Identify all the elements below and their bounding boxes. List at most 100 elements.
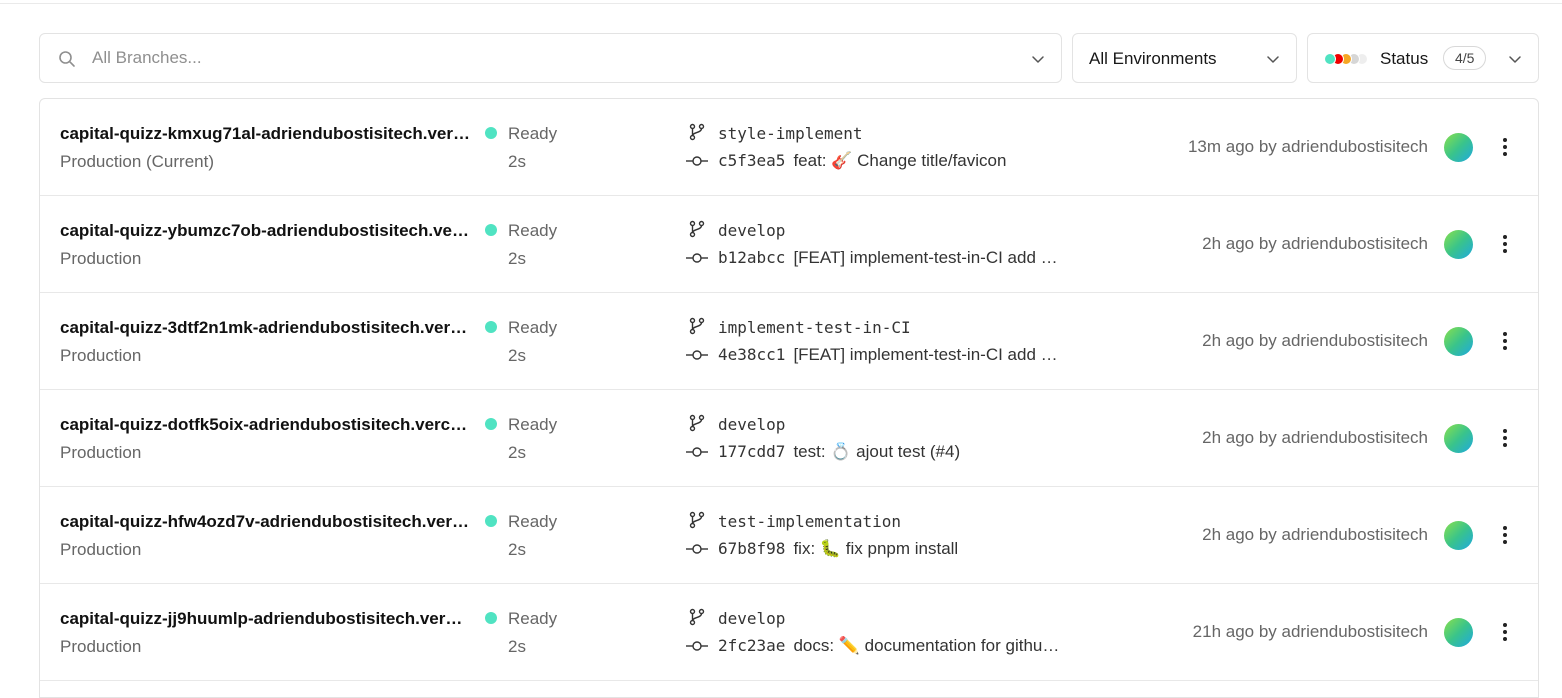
commit-hash[interactable]: c5f3ea5	[718, 151, 785, 170]
avatar[interactable]	[1444, 230, 1473, 259]
deployment-row[interactable]: capital-quizz-jj9huumlp-adriendubostisit…	[40, 584, 1538, 681]
deployment-time-author: 2h ago by adriendubostisitech	[1202, 525, 1428, 544]
more-dot	[1503, 249, 1507, 253]
git-commit-icon	[686, 447, 708, 457]
more-dot	[1503, 540, 1507, 544]
git-branch-icon	[689, 317, 705, 335]
deployment-duration: 2s	[508, 346, 526, 365]
deployment-environment: Production	[60, 540, 142, 559]
commit-message: [FEAT] implement-test-in-CI add …	[793, 345, 1058, 364]
status-select[interactable]: Status 4/5	[1307, 33, 1539, 83]
branch-search-input[interactable]	[92, 34, 992, 82]
deployment-environment: Production (Current)	[60, 152, 215, 171]
git-commit-icon	[686, 641, 708, 651]
branch-name[interactable]: style-implement	[718, 124, 863, 143]
deployments-list: capital-quizz-kmxug71al-adriendubostisit…	[39, 98, 1539, 698]
commit-message: [FEAT] implement-test-in-CI add …	[793, 248, 1058, 267]
more-dot	[1503, 526, 1507, 530]
status-color-dot	[1324, 53, 1336, 65]
more-options-button[interactable]	[1495, 329, 1515, 353]
status-ready-dot	[485, 612, 497, 624]
avatar[interactable]	[1444, 618, 1473, 647]
commit-hash[interactable]: 2fc23ae	[718, 636, 785, 655]
status-ready-dot	[485, 515, 497, 527]
commit-message: fix: 🐛 fix pnpm install	[793, 539, 959, 558]
status-colors-indicator	[1324, 53, 1370, 65]
status-ready-dot	[485, 127, 497, 139]
deployment-name[interactable]: capital-quizz-kmxug71al-adriendubostisit…	[60, 124, 470, 144]
more-options-button[interactable]	[1495, 232, 1515, 256]
branch-name[interactable]: develop	[718, 221, 785, 240]
deployment-row[interactable]: capital-quizz-3dtf2n1mk-adriendubostisit…	[40, 293, 1538, 390]
commit-info[interactable]: 67b8f98 fix: 🐛 fix pnpm install	[718, 539, 1098, 559]
avatar[interactable]	[1444, 424, 1473, 453]
git-branch-icon	[689, 220, 705, 238]
git-branch-icon	[689, 414, 705, 432]
deployment-row[interactable]: capital-quizz-dotfk5oix-adriendubostisit…	[40, 390, 1538, 487]
deployment-row[interactable]: capital-quizz-hfw4ozd7v-adriendubostisit…	[40, 487, 1538, 584]
deployment-status: Ready	[508, 221, 558, 240]
more-dot	[1503, 339, 1507, 343]
deployment-status: Ready	[508, 512, 558, 531]
deployment-row[interactable]: capital-quizz-kmxug71al-adriendubostisit…	[40, 99, 1538, 196]
git-commit-icon	[686, 544, 708, 554]
status-select-label: Status	[1380, 49, 1429, 68]
git-branch-icon	[689, 608, 705, 626]
deployment-duration: 2s	[508, 637, 526, 656]
more-dot	[1503, 332, 1507, 336]
top-divider	[0, 0, 1562, 4]
more-dot	[1503, 235, 1507, 239]
more-dot	[1503, 436, 1507, 440]
commit-info[interactable]: 177cdd7 test: 💍 ajout test (#4)	[718, 442, 1098, 462]
deployment-name[interactable]: capital-quizz-hfw4ozd7v-adriendubostisit…	[60, 512, 470, 532]
commit-info[interactable]: c5f3ea5 feat: 🎸 Change title/favicon	[718, 151, 1098, 171]
commit-hash[interactable]: 67b8f98	[718, 539, 785, 558]
commit-hash[interactable]: 177cdd7	[718, 442, 785, 461]
deployment-time-author: 21h ago by adriendubostisitech	[1192, 622, 1428, 641]
deployment-environment: Production	[60, 637, 142, 656]
branch-filter[interactable]	[39, 33, 1062, 83]
more-dot	[1503, 429, 1507, 433]
deployment-row[interactable]: capital-quizz-ybumzc7ob-adriendubostisit…	[40, 196, 1538, 293]
more-options-button[interactable]	[1495, 523, 1515, 547]
deployment-name[interactable]: capital-quizz-jj9huumlp-adriendubostisit…	[60, 609, 470, 629]
deployment-time-author: 2h ago by adriendubostisitech	[1202, 331, 1428, 350]
more-dot	[1503, 623, 1507, 627]
avatar[interactable]	[1444, 521, 1473, 550]
chevron-down-icon[interactable]	[1031, 52, 1045, 66]
deployment-status: Ready	[508, 609, 558, 628]
deployment-time-author: 13m ago by adriendubostisitech	[1187, 137, 1428, 156]
more-options-button[interactable]	[1495, 620, 1515, 644]
deployment-duration: 2s	[508, 540, 526, 559]
deployment-status: Ready	[508, 318, 558, 337]
more-dot	[1503, 637, 1507, 641]
git-commit-icon	[686, 253, 708, 263]
commit-info[interactable]: 2fc23ae docs: ✏️ documentation for githu…	[718, 636, 1098, 656]
branch-name[interactable]: develop	[718, 415, 785, 434]
commit-hash[interactable]: b12abcc	[718, 248, 785, 267]
deployment-duration: 2s	[508, 249, 526, 268]
avatar[interactable]	[1444, 327, 1473, 356]
more-dot	[1503, 533, 1507, 537]
environment-select[interactable]: All Environments	[1072, 33, 1297, 83]
branch-name[interactable]: develop	[718, 609, 785, 628]
commit-info[interactable]: b12abcc [FEAT] implement-test-in-CI add …	[718, 248, 1098, 268]
git-commit-icon	[686, 350, 708, 360]
more-dot	[1503, 138, 1507, 142]
avatar[interactable]	[1444, 133, 1473, 162]
commit-info[interactable]: 4e38cc1 [FEAT] implement-test-in-CI add …	[718, 345, 1098, 365]
status-ready-dot	[485, 418, 497, 430]
more-dot	[1503, 152, 1507, 156]
git-branch-icon	[689, 511, 705, 529]
more-dot	[1503, 630, 1507, 634]
commit-hash[interactable]: 4e38cc1	[718, 345, 785, 364]
deployment-name[interactable]: capital-quizz-dotfk5oix-adriendubostisit…	[60, 415, 470, 435]
deployment-name[interactable]: capital-quizz-ybumzc7ob-adriendubostisit…	[60, 221, 470, 241]
branch-name[interactable]: test-implementation	[718, 512, 901, 531]
deployment-duration: 2s	[508, 443, 526, 462]
more-options-button[interactable]	[1495, 135, 1515, 159]
branch-name[interactable]: implement-test-in-CI	[718, 318, 911, 337]
more-options-button[interactable]	[1495, 426, 1515, 450]
deployment-name[interactable]: capital-quizz-3dtf2n1mk-adriendubostisit…	[60, 318, 470, 338]
deployment-environment: Production	[60, 249, 142, 268]
